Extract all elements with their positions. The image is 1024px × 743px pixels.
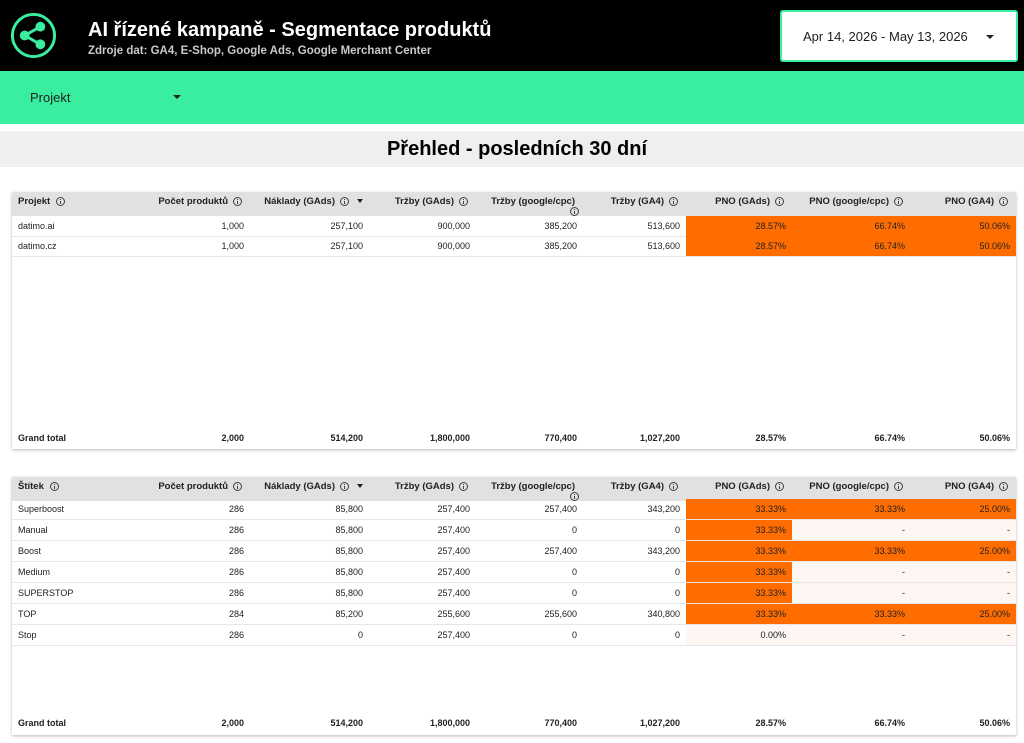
column-header-trzby-gads[interactable]: Tržby (GAds) (369, 477, 476, 501)
project-filter-label: Projekt (30, 90, 71, 105)
column-header-pno-ga4[interactable]: PNO (GA4) (911, 192, 1016, 216)
column-header-naklady-gads[interactable]: Náklady (GAds) (250, 192, 369, 216)
column-header-projekt[interactable]: Projekt (12, 192, 132, 216)
column-header-trzby-ga4[interactable]: Tržby (GA4) (583, 192, 686, 216)
info-icon[interactable] (775, 197, 784, 206)
info-icon[interactable] (340, 197, 349, 206)
table-header-row: Projekt Počet produktů Náklady (GAds) Tr… (12, 192, 1016, 216)
column-header-pno-gads[interactable]: PNO (GAds) (686, 192, 792, 216)
header-bar: AI řízené kampaně - Segmentace produktů … (0, 0, 1024, 71)
table-header-row: Štítek Počet produktů Náklady (GAds) Trž… (12, 477, 1016, 501)
column-header-pocet-produktu[interactable]: Počet produktů (132, 192, 250, 216)
info-icon[interactable] (459, 197, 468, 206)
column-header-trzby-ga4[interactable]: Tržby (GA4) (583, 477, 686, 501)
section-header: Přehled - posledních 30 dní (0, 131, 1024, 167)
info-icon[interactable] (894, 197, 903, 206)
date-range-picker[interactable]: Apr 14, 2026 - May 13, 2026 (780, 10, 1018, 62)
column-header-pno-google-cpc[interactable]: PNO (google/cpc) (792, 192, 911, 216)
column-header-pno-google-cpc[interactable]: PNO (google/cpc) (792, 477, 911, 501)
info-icon[interactable] (669, 197, 678, 206)
date-range-text: Apr 14, 2026 - May 13, 2026 (803, 29, 968, 44)
grand-total-row: Grand total 2,000 514,200 1,800,000 770,… (18, 718, 1010, 728)
chevron-down-icon (986, 35, 994, 39)
column-header-pno-gads[interactable]: PNO (GAds) (686, 477, 792, 501)
report-title: AI řízené kampaně - Segmentace produktů (88, 19, 492, 41)
table-row[interactable]: Stop 286 0 257,400 0 0 0.00% - - (12, 625, 1016, 646)
report-subtitle: Zdroje dat: GA4, E-Shop, Google Ads, Goo… (88, 45, 432, 57)
share-icon[interactable] (10, 12, 57, 59)
info-icon[interactable] (999, 197, 1008, 206)
column-header-naklady-gads[interactable]: Náklady (GAds) (250, 477, 369, 501)
info-icon[interactable] (50, 482, 59, 491)
tag-table: Štítek Počet produktů Náklady (GAds) Trž… (12, 477, 1016, 735)
filter-bar: Projekt (0, 71, 1024, 124)
info-icon[interactable] (669, 482, 678, 491)
info-icon[interactable] (894, 482, 903, 491)
info-icon[interactable] (999, 482, 1008, 491)
column-header-trzby-google-cpc[interactable]: Tržby (google/cpc) (476, 477, 583, 501)
info-icon[interactable] (775, 482, 784, 491)
project-table: Projekt Počet produktů Náklady (GAds) Tr… (12, 192, 1016, 449)
table-row[interactable]: Boost 286 85,800 257,400 257,400 343,200… (12, 541, 1016, 562)
column-header-trzby-gads[interactable]: Tržby (GAds) (369, 192, 476, 216)
section-title: Přehled - posledních 30 dní (386, 138, 648, 160)
table-row[interactable]: TOP 284 85,200 255,600 255,600 340,800 3… (12, 604, 1016, 625)
info-icon[interactable] (340, 482, 349, 491)
column-header-trzby-google-cpc[interactable]: Tržby (google/cpc) (476, 192, 583, 216)
info-icon[interactable] (570, 207, 579, 216)
grand-total-row: Grand total 2,000 514,200 1,800,000 770,… (18, 433, 1010, 443)
chevron-down-icon (173, 95, 181, 99)
project-filter-dropdown[interactable]: Projekt (14, 82, 189, 112)
info-icon[interactable] (459, 482, 468, 491)
column-header-pocet-produktu[interactable]: Počet produktů (132, 477, 250, 501)
column-header-stitek[interactable]: Štítek (12, 477, 132, 501)
table-row[interactable]: Medium 286 85,800 257,400 0 0 33.33% - - (12, 562, 1016, 583)
info-icon[interactable] (233, 482, 242, 491)
table-row[interactable]: Manual 286 85,800 257,400 0 0 33.33% - - (12, 520, 1016, 541)
sort-descending-icon[interactable] (357, 484, 363, 488)
table-row[interactable]: datimo.cz 1,000 257,100 900,000 385,200 … (12, 236, 1016, 257)
sort-descending-icon[interactable] (357, 199, 363, 203)
info-icon[interactable] (233, 197, 242, 206)
column-header-pno-ga4[interactable]: PNO (GA4) (911, 477, 1016, 501)
table-row[interactable]: Superboost 286 85,800 257,400 257,400 34… (12, 499, 1016, 520)
table-row[interactable]: SUPERSTOP 286 85,800 257,400 0 0 33.33% … (12, 583, 1016, 604)
table-row[interactable]: datimo.ai 1,000 257,100 900,000 385,200 … (12, 216, 1016, 237)
info-icon[interactable] (56, 197, 65, 206)
